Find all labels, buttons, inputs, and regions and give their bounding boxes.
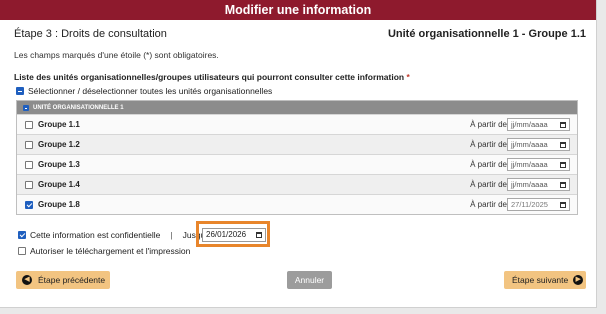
from-label: À partir de <box>470 120 507 129</box>
calendar-icon[interactable] <box>560 202 566 208</box>
cancel-label: Annuler <box>294 275 325 285</box>
select-all-row[interactable]: Sélectionner / déselectionner toutes les… <box>16 86 272 96</box>
from-date-input[interactable]: jj/mm/aaaa <box>507 118 570 131</box>
step-header: Étape 3 : Droits de consultation Unité o… <box>14 28 586 42</box>
required-mark: * <box>406 72 410 82</box>
group-label[interactable]: Groupe 1.8 <box>38 200 80 209</box>
from-label: À partir de <box>470 180 507 189</box>
download-checkbox[interactable] <box>18 247 26 255</box>
select-all-label[interactable]: Sélectionner / déselectionner toutes les… <box>28 86 272 96</box>
confidential-label[interactable]: Cette information est confidentielle <box>30 230 160 240</box>
group-row: Groupe 1.4 À partir de jj/mm/aaaa <box>17 174 577 194</box>
previous-step-button[interactable]: ◀ Étape précédente <box>16 271 110 289</box>
mandatory-note: Les champs marqués d'une étoile (*) sont… <box>14 50 219 60</box>
unit-header-label: UNITÉ ORGANISATIONNELLE 1 <box>33 104 124 111</box>
next-step-button[interactable]: Étape suivante ▶ <box>504 271 586 289</box>
group-checkbox[interactable] <box>25 160 33 169</box>
dialog-title: Modifier une information <box>0 0 596 20</box>
confidential-checkbox[interactable] <box>18 231 26 239</box>
unit-header[interactable]: UNITÉ ORGANISATIONNELLE 1 <box>17 101 577 114</box>
calendar-icon[interactable] <box>560 142 566 148</box>
group-label[interactable]: Groupe 1.2 <box>38 140 80 149</box>
calendar-icon[interactable] <box>560 122 566 128</box>
cancel-button[interactable]: Annuler <box>287 271 332 289</box>
group-row: Groupe 1.1 À partir de jj/mm/aaaa <box>17 114 577 134</box>
list-title: Liste des unités organisationnelles/grou… <box>14 72 410 82</box>
calendar-icon[interactable] <box>560 182 566 188</box>
from-label: À partir de <box>470 200 507 209</box>
separator: | <box>170 230 173 240</box>
from-label: À partir de <box>470 140 507 149</box>
from-date-value: jj/mm/aaaa <box>511 160 548 169</box>
group-label[interactable]: Groupe 1.4 <box>38 180 80 189</box>
next-step-label: Étape suivante <box>512 275 569 285</box>
group-row: Groupe 1.3 À partir de jj/mm/aaaa <box>17 154 577 174</box>
units-table: UNITÉ ORGANISATIONNELLE 1 Groupe 1.1 À pa… <box>16 100 578 215</box>
from-date-value: 27/11/2025 <box>511 200 548 209</box>
from-date-value: jj/mm/aaaa <box>511 140 548 149</box>
group-row: Groupe 1.2 À partir de jj/mm/aaaa <box>17 134 577 154</box>
edit-information-dialog: Modifier une information Étape 3 : Droit… <box>0 0 597 308</box>
from-date-input[interactable]: 27/11/2025 <box>507 198 570 211</box>
download-label[interactable]: Autoriser le téléchargement et l'impress… <box>30 246 190 256</box>
from-date-value: jj/mm/aaaa <box>511 120 548 129</box>
until-date-input[interactable]: 26/01/2026 <box>202 228 266 242</box>
step-title: Étape 3 : Droits de consultation <box>14 28 167 40</box>
calendar-icon[interactable] <box>256 232 262 238</box>
list-title-text: Liste des unités organisationnelles/grou… <box>14 72 405 82</box>
group-label[interactable]: Groupe 1.1 <box>38 120 80 129</box>
download-row: Autoriser le téléchargement et l'impress… <box>18 246 190 256</box>
until-date-value: 26/01/2026 <box>206 230 247 239</box>
arrow-left-icon: ◀ <box>22 275 32 285</box>
arrow-right-icon: ▶ <box>573 275 584 285</box>
from-date-input[interactable]: jj/mm/aaaa <box>507 138 570 151</box>
calendar-icon[interactable] <box>560 162 566 168</box>
from-date-value: jj/mm/aaaa <box>511 180 548 189</box>
previous-step-label: Étape précédente <box>38 275 106 285</box>
current-group-label: Unité organisationnelle 1 - Groupe 1.1 <box>387 28 586 40</box>
group-row: Groupe 1.8 À partir de 27/11/2025 <box>17 194 577 214</box>
unit-checkbox[interactable] <box>23 104 29 111</box>
group-checkbox[interactable] <box>25 120 33 129</box>
from-date-input[interactable]: jj/mm/aaaa <box>507 158 570 171</box>
group-checkbox[interactable] <box>25 200 33 209</box>
confidential-row: Cette information est confidentielle | J… <box>18 230 224 240</box>
group-checkbox[interactable] <box>25 180 33 189</box>
group-label[interactable]: Groupe 1.3 <box>38 160 80 169</box>
select-all-checkbox[interactable] <box>16 87 24 95</box>
from-label: À partir de <box>470 160 507 169</box>
group-checkbox[interactable] <box>25 140 33 149</box>
from-date-input[interactable]: jj/mm/aaaa <box>507 178 570 191</box>
